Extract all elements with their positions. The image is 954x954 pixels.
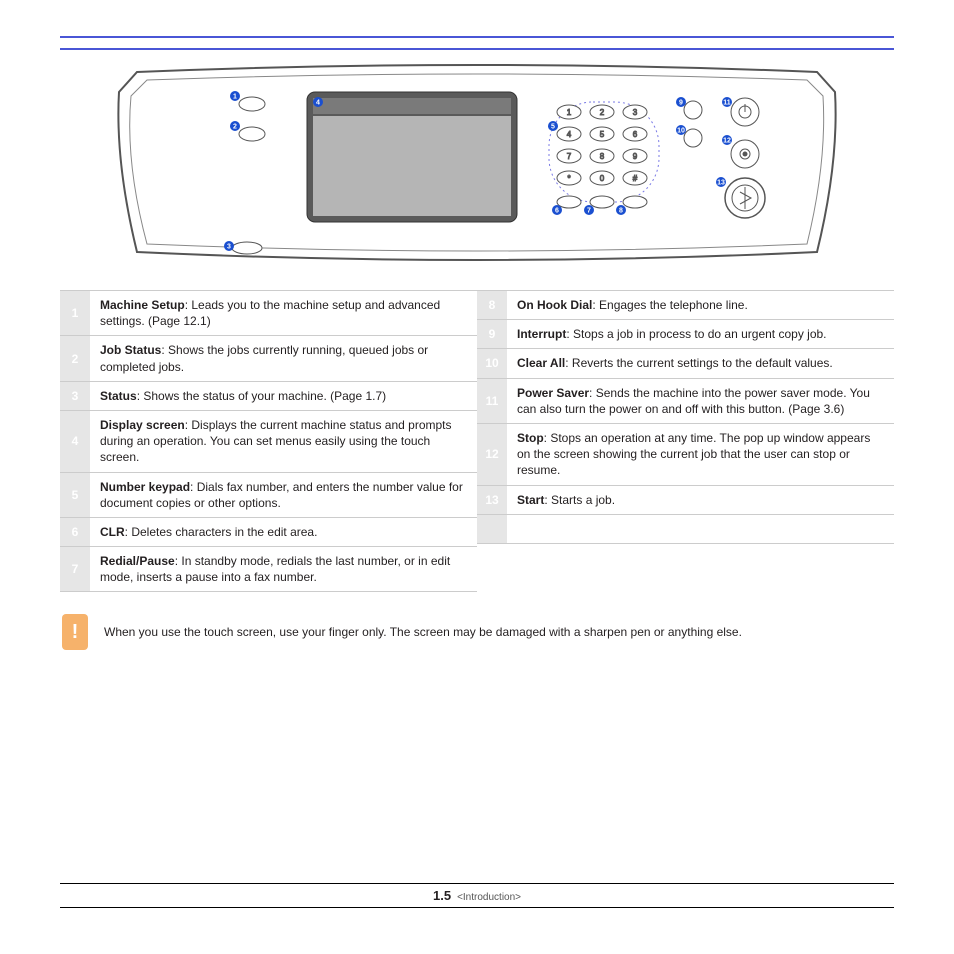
key-9-label: 9 — [633, 152, 638, 161]
description-table: 1Machine Setup: Leads you to the machine… — [60, 290, 894, 592]
key-2-label: 2 — [600, 108, 605, 117]
footer-section: <Introduction> — [457, 892, 521, 903]
warning-text: When you use the touch screen, use your … — [104, 625, 742, 639]
job-status-btn[interactable] — [239, 127, 265, 141]
svg-text:11: 11 — [723, 100, 731, 107]
powersaver-btn[interactable] — [731, 98, 759, 126]
key-6-label: 6 — [633, 130, 638, 139]
rule-top-2 — [60, 48, 894, 50]
key-3-label: 3 — [633, 108, 638, 117]
svg-text:3: 3 — [227, 244, 231, 251]
key-8-label: 8 — [600, 152, 605, 161]
interrupt-btn[interactable] — [684, 101, 702, 119]
key-7-label: 7 — [567, 152, 572, 161]
svg-text:10: 10 — [677, 128, 685, 135]
panel-illustration: 1 2 3 4 5 6 7 8 9 * 0 # — [60, 62, 894, 272]
svg-text:2: 2 — [233, 124, 237, 131]
clr-btn[interactable] — [557, 196, 581, 208]
manual-page: 1 2 3 4 5 6 7 8 9 * 0 # — [0, 0, 954, 954]
svg-text:4: 4 — [316, 100, 320, 107]
footer-page: 1.5 — [433, 888, 451, 903]
machine-setup-btn[interactable] — [239, 97, 265, 111]
display-titlebar — [313, 98, 511, 114]
key-1-label: 1 — [567, 108, 572, 117]
start-btn[interactable] — [725, 178, 765, 218]
svg-text:1: 1 — [233, 94, 237, 101]
key-5-label: 5 — [600, 130, 605, 139]
rule-top — [60, 36, 894, 38]
onhook-btn[interactable] — [623, 196, 647, 208]
svg-text:5: 5 — [551, 124, 555, 131]
key-4-label: 4 — [567, 130, 572, 139]
svg-text:9: 9 — [679, 100, 683, 107]
right-column: 8On Hook Dial: Engages the telephone lin… — [477, 291, 894, 592]
clearall-btn[interactable] — [684, 129, 702, 147]
stop-btn[interactable] — [731, 140, 759, 168]
panel-svg: 1 2 3 4 5 6 7 8 9 * 0 # — [117, 62, 837, 272]
warning-box: ! When you use the touch screen, use you… — [62, 614, 894, 650]
svg-text:13: 13 — [717, 180, 725, 187]
warning-icon: ! — [62, 614, 88, 650]
redial-btn[interactable] — [590, 196, 614, 208]
svg-text:7: 7 — [587, 208, 591, 215]
svg-text:12: 12 — [723, 138, 731, 145]
status-btn[interactable] — [232, 242, 262, 254]
svg-text:8: 8 — [619, 208, 623, 215]
num: 1 — [60, 291, 90, 335]
desc: Machine Setup: Leads you to the machine … — [90, 291, 477, 335]
key-star-label: * — [567, 174, 570, 183]
display-screen[interactable] — [313, 116, 511, 216]
key-hash-label: # — [633, 174, 638, 183]
key-0-label: 0 — [600, 174, 605, 183]
svg-text:6: 6 — [555, 208, 559, 215]
page-footer: 1.5 <Introduction> — [60, 883, 894, 908]
left-column: 1Machine Setup: Leads you to the machine… — [60, 291, 477, 592]
